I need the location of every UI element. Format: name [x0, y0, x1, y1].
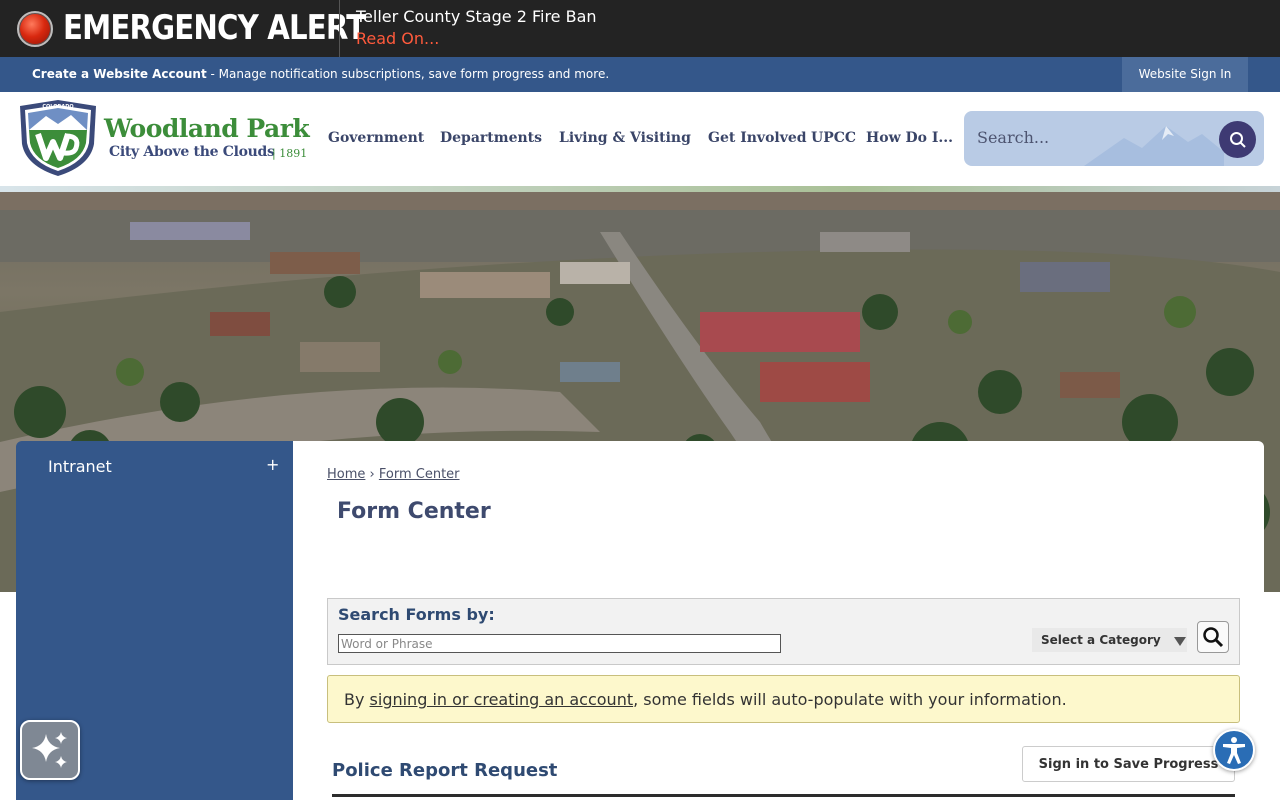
alert-title: EMERGENCY ALERT — [63, 8, 366, 48]
chevron-down-icon — [1174, 637, 1186, 646]
category-select-value: Select a Category — [1041, 633, 1161, 647]
accessibility-icon — [1223, 737, 1245, 764]
website-sign-in-button[interactable]: Website Sign In — [1122, 57, 1248, 92]
logo-tagline: City Above the Clouds — [109, 144, 275, 160]
nav-get-involved[interactable]: Get Involved — [708, 130, 807, 146]
ai-assistant-button[interactable] — [20, 720, 80, 780]
breadcrumb-form-center[interactable]: Form Center — [379, 467, 460, 482]
accessibility-button[interactable] — [1213, 729, 1255, 771]
notice-sign-in-link[interactable]: signing in or creating an account — [370, 690, 634, 709]
breadcrumb-home[interactable]: Home — [327, 467, 365, 482]
logo-year: | 1891 — [272, 147, 308, 160]
logo-name: Woodland Park — [104, 114, 310, 143]
site-search — [964, 111, 1264, 166]
search-icon — [1203, 627, 1224, 648]
nav-departments[interactable]: Departments — [440, 130, 542, 146]
page-title: Form Center — [337, 499, 491, 524]
sparkles-icon — [32, 732, 67, 768]
breadcrumb-separator: › — [369, 467, 375, 482]
notice-suffix: , some fields will auto-populate with yo… — [633, 690, 1067, 709]
alert-divider — [339, 0, 340, 57]
create-account-link[interactable]: Create a Website Account — [32, 67, 207, 81]
save-progress-button[interactable]: Sign in to Save Progress — [1022, 746, 1235, 782]
form-search-label: Search Forms by: — [338, 605, 495, 624]
account-notice: Create a Website Account - Manage notifi… — [32, 67, 609, 81]
site-header: COLORADO Woodland Park City Above the Cl… — [0, 92, 1280, 186]
form-title-divider — [332, 794, 1235, 797]
alert-read-on-link[interactable]: Read On... — [356, 29, 439, 48]
account-bar: Create a Website Account - Manage notifi… — [0, 57, 1280, 92]
nav-living-visiting[interactable]: Living & Visiting — [559, 130, 691, 146]
form-search-panel: Search Forms by: Select a Category — [327, 598, 1240, 665]
category-select[interactable]: Select a Category — [1032, 628, 1187, 652]
nav-government[interactable]: Government — [328, 130, 424, 146]
notice-prefix: By — [344, 690, 370, 709]
logo-badge-text: COLORADO — [42, 104, 73, 110]
nav-upcc[interactable]: UPCC — [811, 130, 856, 146]
site-search-input[interactable] — [977, 128, 1197, 147]
form-title: Police Report Request — [332, 760, 558, 781]
main-content: Home › Form Center Form Center Search Fo… — [293, 441, 1264, 800]
woodland-park-logo[interactable]: COLORADO — [16, 98, 100, 178]
account-description: - Manage notification subscriptions, sav… — [206, 67, 610, 81]
site-search-button[interactable] — [1219, 121, 1256, 158]
search-icon — [1229, 131, 1246, 148]
autopopulate-notice: By signing in or creating an account, so… — [327, 675, 1240, 723]
sidebar-expand-icon[interactable]: + — [266, 455, 279, 474]
breadcrumb: Home › Form Center — [327, 467, 460, 482]
form-search-input[interactable] — [338, 634, 781, 653]
sidebar-item-intranet[interactable]: Intranet — [48, 457, 112, 476]
form-search-button[interactable] — [1197, 621, 1229, 653]
emergency-alert-bar: EMERGENCY ALERT Teller County Stage 2 Fi… — [0, 0, 1280, 57]
alert-siren-icon — [17, 11, 53, 47]
nav-how-do-i[interactable]: How Do I... — [866, 130, 953, 146]
alert-message[interactable]: Teller County Stage 2 Fire Ban — [356, 7, 597, 26]
